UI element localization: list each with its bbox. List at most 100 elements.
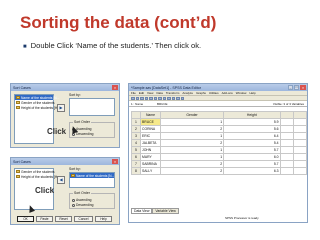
insert-cases-icon[interactable] <box>167 96 171 100</box>
weight-cases-icon[interactable] <box>180 96 184 100</box>
empty-cell[interactable] <box>279 132 294 140</box>
ok-button[interactable]: OK <box>17 216 34 222</box>
ascending-radio[interactable]: Ascending <box>72 198 91 202</box>
cell-name[interactable]: MARY <box>140 153 161 161</box>
sort-by-list[interactable]: Name of the students [N... <box>69 172 115 188</box>
menu-window[interactable]: Window <box>236 91 247 95</box>
minimize-icon[interactable]: _ <box>288 85 293 90</box>
empty-cell[interactable] <box>292 167 307 175</box>
table-row[interactable]: 7 SABRINA 2 5.7 <box>131 160 307 168</box>
menu-file[interactable]: File <box>131 91 136 95</box>
table-row[interactable]: 5 JOHN 1 5.7 <box>131 146 307 154</box>
cell-name[interactable]: SALLY <box>140 167 161 175</box>
empty-cell[interactable] <box>292 132 307 140</box>
empty-cell[interactable] <box>279 153 294 161</box>
empty-cell[interactable] <box>292 153 307 161</box>
table-row[interactable]: 1 BRUCE 1 5.9 <box>131 118 307 126</box>
row-number[interactable]: 1 <box>131 118 141 126</box>
cell-height[interactable]: 6.3 <box>223 167 281 175</box>
table-row[interactable]: 2 CORINA 2 5.6 <box>131 125 307 133</box>
maximize-icon[interactable]: □ <box>294 85 299 90</box>
insert-variable-icon[interactable] <box>171 96 175 100</box>
variable-list[interactable]: Name of the students [N... Gender of the… <box>14 94 60 144</box>
reset-button[interactable]: Reset <box>55 216 72 222</box>
list-item[interactable]: Name of the students [N... <box>15 95 59 100</box>
tab-data-view[interactable]: Data View <box>131 208 153 214</box>
cell-name[interactable]: JOHN <box>140 146 161 154</box>
table-row[interactable]: 3 ERIC 1 6.4 <box>131 132 307 140</box>
help-button[interactable]: Help <box>95 216 112 222</box>
variables-icon[interactable] <box>158 96 162 100</box>
cell-gender[interactable]: 2 <box>159 160 225 168</box>
table-row[interactable]: 4 JALBETA 2 5.4 <box>131 139 307 147</box>
cell-gender[interactable]: 1 <box>159 132 225 140</box>
goto-case-icon[interactable] <box>153 96 157 100</box>
cell-name[interactable]: JALBETA <box>140 139 161 147</box>
cell-gender[interactable]: 1 <box>159 153 225 161</box>
row-number[interactable]: 5 <box>131 146 141 154</box>
row-number[interactable]: 6 <box>131 153 141 161</box>
empty-cell[interactable] <box>279 160 294 168</box>
cell-gender[interactable]: 1 <box>159 146 225 154</box>
menu-data[interactable]: Data <box>156 91 162 95</box>
paste-button[interactable]: Paste <box>36 216 53 222</box>
find-icon[interactable] <box>162 96 166 100</box>
empty-cell[interactable] <box>279 118 294 126</box>
empty-cell[interactable] <box>279 139 294 147</box>
table-row[interactable]: 8 SALLY 2 6.3 <box>131 167 307 175</box>
close-icon[interactable]: × <box>300 85 306 90</box>
list-item[interactable]: Gender of the students <box>15 100 55 105</box>
open-icon[interactable] <box>131 96 135 100</box>
menu-add-ons[interactable]: Add-ons <box>222 91 233 95</box>
tab-variable-view[interactable]: Variable View <box>152 208 179 214</box>
cell-gender[interactable]: 2 <box>159 139 225 147</box>
redo-icon[interactable] <box>149 96 153 100</box>
sort-by-list[interactable] <box>69 98 115 116</box>
menu-graphs[interactable]: Graphs <box>196 91 206 95</box>
column-header-gender[interactable]: Gender <box>159 111 225 119</box>
row-number[interactable]: 8 <box>131 167 141 175</box>
empty-cell[interactable] <box>279 146 294 154</box>
list-item[interactable]: Name of the students [N... <box>70 173 114 178</box>
close-icon[interactable]: × <box>112 85 118 90</box>
undo-icon[interactable] <box>144 96 148 100</box>
cell-height[interactable]: 5.7 <box>223 160 281 168</box>
table-row[interactable]: 6 MARY 1 6.0 <box>131 153 307 161</box>
empty-cell[interactable] <box>279 125 294 133</box>
empty-cell[interactable] <box>292 139 307 147</box>
empty-cell[interactable] <box>292 160 307 168</box>
row-number[interactable]: 7 <box>131 160 141 168</box>
column-header-height[interactable]: Height <box>223 111 281 119</box>
descending-radio[interactable]: Descending <box>72 203 93 207</box>
cell-gender[interactable]: 1 <box>159 118 225 126</box>
cell-name[interactable]: ERIC <box>140 132 161 140</box>
cell-name[interactable]: BRUCE <box>140 118 161 126</box>
cell-height[interactable]: 5.6 <box>223 125 281 133</box>
save-icon[interactable] <box>135 96 139 100</box>
cell-name[interactable]: CORINA <box>140 125 161 133</box>
cell-value-field[interactable]: BRUCE <box>157 102 273 106</box>
empty-cell[interactable] <box>292 118 307 126</box>
cell-height[interactable]: 5.7 <box>223 146 281 154</box>
cell-height[interactable]: 6.0 <box>223 153 281 161</box>
move-left-arrow-button[interactable]: ◀ <box>57 176 65 184</box>
cancel-button[interactable]: Cancel <box>74 216 93 222</box>
split-file-icon[interactable] <box>176 96 180 100</box>
cell-gender[interactable]: 2 <box>159 167 225 175</box>
empty-cell[interactable] <box>292 146 307 154</box>
menu-edit[interactable]: Edit <box>139 91 144 95</box>
empty-column-header[interactable] <box>279 111 294 119</box>
menu-analyze[interactable]: Analyze <box>182 91 193 95</box>
empty-column-header[interactable] <box>292 111 307 119</box>
empty-cell[interactable] <box>292 125 307 133</box>
move-right-arrow-button[interactable]: ▶ <box>57 104 65 112</box>
cell-height[interactable]: 5.4 <box>223 139 281 147</box>
list-item[interactable]: Height of the students [H... <box>15 174 60 179</box>
menu-transform[interactable]: Transform <box>166 91 180 95</box>
close-icon[interactable]: × <box>112 159 118 164</box>
cell-gender[interactable]: 2 <box>159 125 225 133</box>
column-header-name[interactable]: Name <box>140 111 161 119</box>
row-number[interactable]: 3 <box>131 132 141 140</box>
print-icon[interactable] <box>140 96 144 100</box>
row-number[interactable]: 2 <box>131 125 141 133</box>
